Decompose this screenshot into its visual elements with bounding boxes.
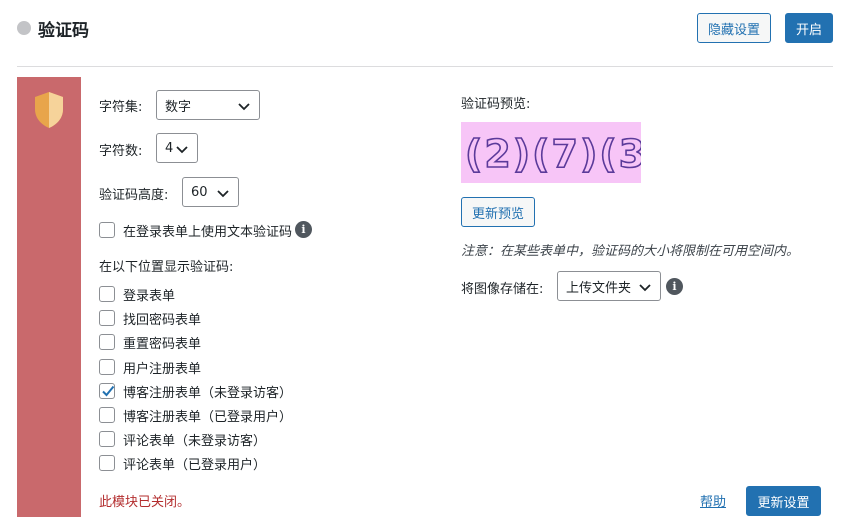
char-count-value: 4 bbox=[165, 140, 174, 156]
info-icon[interactable]: i bbox=[295, 221, 312, 238]
location-label: 评论表单（未登录访客） bbox=[123, 434, 267, 449]
header-divider bbox=[17, 66, 833, 67]
module-sidebar bbox=[17, 77, 81, 517]
location-checkbox[interactable] bbox=[99, 383, 115, 399]
storage-select[interactable]: 上传文件夹 bbox=[557, 271, 661, 301]
module-closed-notice: 此模块已关闭。 bbox=[99, 495, 191, 510]
char-count-label: 字符数: bbox=[99, 144, 143, 159]
shield-icon bbox=[35, 92, 63, 128]
storage-label: 将图像存储在: bbox=[461, 282, 544, 297]
location-checkbox[interactable] bbox=[99, 455, 115, 471]
charset-label: 字符集: bbox=[99, 100, 143, 115]
captcha-image: (2)(7)(3)(9) bbox=[464, 131, 641, 177]
height-label: 验证码高度: bbox=[99, 188, 169, 203]
refresh-preview-button[interactable]: 更新预览 bbox=[461, 197, 535, 227]
captcha-characters: (2)(7)(3)(9) bbox=[465, 132, 641, 176]
location-label: 重置密码表单 bbox=[123, 337, 202, 352]
module-panel: 验证码 隐藏设置 开启 字符集: 数字 字符数: 4 验证码高度: 60 在登录… bbox=[0, 0, 841, 529]
status-dot bbox=[17, 21, 31, 35]
storage-value: 上传文件夹 bbox=[566, 280, 632, 296]
text-captcha-label: 在登录表单上使用文本验证码 bbox=[123, 225, 293, 240]
size-note: 注意：在某些表单中，验证码的大小将限制在可用空间内。 bbox=[461, 244, 800, 259]
location-checkbox[interactable] bbox=[99, 431, 115, 447]
location-checkbox[interactable] bbox=[99, 334, 115, 350]
update-settings-button[interactable]: 更新设置 bbox=[746, 486, 821, 516]
location-label: 博客注册表单（未登录访客） bbox=[123, 386, 293, 401]
info-icon[interactable]: i bbox=[666, 278, 683, 295]
location-checkbox[interactable] bbox=[99, 310, 115, 326]
char-count-select[interactable]: 4 bbox=[156, 133, 198, 163]
charset-select[interactable]: 数字 bbox=[156, 90, 260, 120]
chevron-down-icon bbox=[176, 146, 188, 154]
location-label: 用户注册表单 bbox=[123, 362, 202, 377]
charset-value: 数字 bbox=[165, 99, 192, 115]
location-label: 博客注册表单（已登录用户） bbox=[123, 410, 293, 425]
location-checkbox[interactable] bbox=[99, 407, 115, 423]
height-select[interactable]: 60 bbox=[182, 177, 239, 207]
module-title: 验证码 bbox=[38, 21, 89, 41]
height-value: 60 bbox=[191, 184, 208, 200]
location-checkbox[interactable] bbox=[99, 359, 115, 375]
hide-settings-button[interactable]: 隐藏设置 bbox=[697, 13, 771, 43]
module-header: 验证码 隐藏设置 开启 bbox=[0, 0, 841, 66]
chevron-down-icon bbox=[639, 284, 651, 292]
location-label: 登录表单 bbox=[123, 289, 176, 304]
location-label: 评论表单（已登录用户） bbox=[123, 458, 267, 473]
location-label: 找回密码表单 bbox=[123, 313, 202, 328]
help-link[interactable]: 帮助 bbox=[700, 491, 726, 510]
checkmark-icon bbox=[102, 385, 115, 397]
preview-label: 验证码预览: bbox=[461, 97, 531, 112]
locations-label: 在以下位置显示验证码: bbox=[99, 260, 234, 275]
enable-button[interactable]: 开启 bbox=[785, 13, 833, 43]
location-checkbox[interactable] bbox=[99, 286, 115, 302]
captcha-preview-image: (2)(7)(3)(9) bbox=[461, 122, 641, 183]
chevron-down-icon bbox=[217, 190, 229, 198]
text-captcha-checkbox[interactable] bbox=[99, 222, 115, 238]
chevron-down-icon bbox=[238, 103, 250, 111]
